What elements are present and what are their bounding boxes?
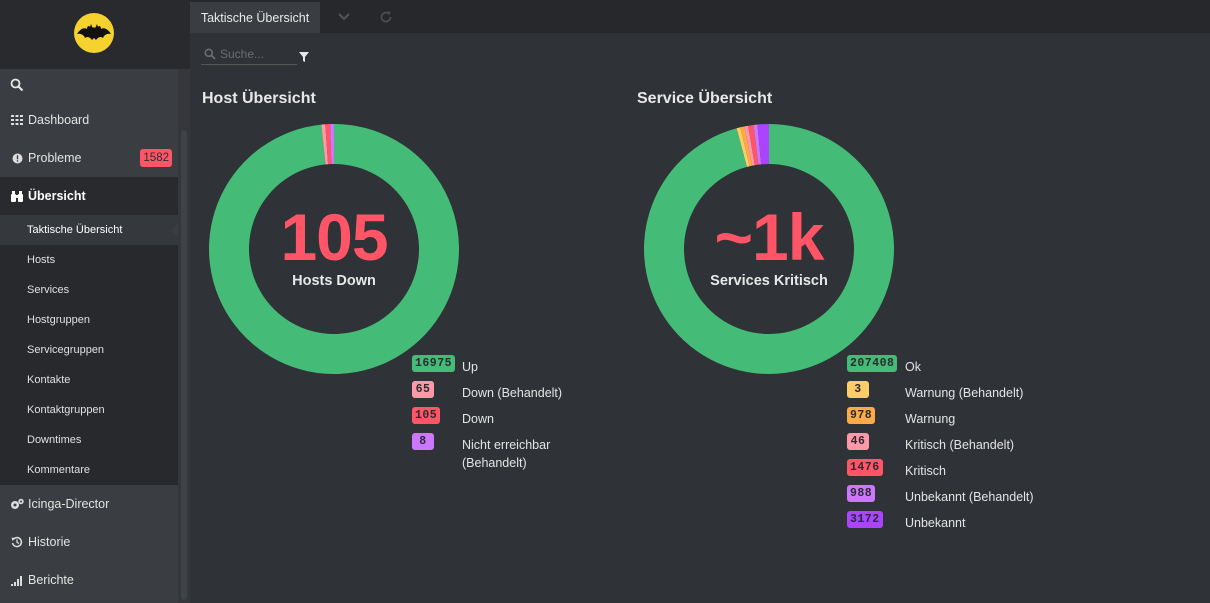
filter-icon[interactable] xyxy=(299,49,309,67)
legend-count-badge: 978 xyxy=(847,407,876,424)
legend-item-warning-handled[interactable]: 3 xyxy=(847,381,869,398)
legend-item-unreachable-handled[interactable]: 8 xyxy=(412,433,434,450)
legend-item-down[interactable]: 105 xyxy=(412,407,441,424)
subitem-label: Taktische Übersicht xyxy=(27,224,123,236)
bar-chart-icon xyxy=(10,573,24,587)
legend-label: Warnung xyxy=(905,412,956,426)
search-icon xyxy=(204,47,216,65)
legend-label: Down (Behandelt) xyxy=(462,386,563,400)
tab-bar: Taktische Übersicht xyxy=(190,0,1210,33)
sidebar-subitem-kommentare[interactable]: Kommentare xyxy=(0,455,178,485)
legend-item-down-handled[interactable]: 65 xyxy=(412,381,434,398)
legend-item-unknown-handled[interactable]: 988 xyxy=(847,485,876,502)
legend-label: Ok xyxy=(905,360,921,374)
legend-count-badge: 105 xyxy=(412,407,441,424)
sidebar-item-label: Historie xyxy=(28,535,71,549)
service-overview-title: Service Übersicht xyxy=(637,90,773,107)
sidebar-item-label: Berichte xyxy=(28,573,74,587)
sidebar-item-icinga-director[interactable]: Icinga-Director xyxy=(0,485,178,523)
legend-label: Unbekannt xyxy=(905,516,966,530)
legend-item-unknown[interactable]: 3172 xyxy=(847,511,883,528)
alert-circle-icon xyxy=(10,151,24,165)
subitem-label: Kommentare xyxy=(27,464,90,476)
tab-taktische-uebersicht[interactable]: Taktische Übersicht xyxy=(190,2,320,33)
legend-count-badge: 3172 xyxy=(847,511,883,528)
subitem-label: Downtimes xyxy=(27,434,82,446)
main-content: Host Übersicht 105 Hosts Down 16975 Up 6… xyxy=(190,33,1210,603)
problems-count-badge: 1582 xyxy=(140,149,172,167)
sidebar-item-uebersicht[interactable]: Übersicht xyxy=(0,177,178,215)
legend-count-badge: 1476 xyxy=(847,459,883,476)
search-icon[interactable] xyxy=(10,78,24,97)
services-critical-label: Services Kritisch xyxy=(710,273,828,289)
tab-label: Taktische Übersicht xyxy=(200,10,310,25)
subitem-label: Servicegruppen xyxy=(27,344,105,356)
legend-item-critical-handled[interactable]: 46 xyxy=(847,433,869,450)
dashboard-grid-icon xyxy=(10,113,24,127)
sidebar-item-dashboard[interactable]: Dashboard xyxy=(0,101,178,139)
cogs-icon xyxy=(10,497,24,511)
sidebar-subitem-kontakte[interactable]: Kontakte xyxy=(0,365,178,395)
sidebar-item-probleme[interactable]: Probleme 1582 xyxy=(0,139,178,177)
legend-label: Kritisch xyxy=(905,464,946,478)
legend-item-up[interactable]: 16975 xyxy=(412,355,456,372)
legend-item-critical[interactable]: 1476 xyxy=(847,459,883,476)
search-input[interactable] xyxy=(220,45,296,63)
sidebar-subitem-servicegruppen[interactable]: Servicegruppen xyxy=(0,335,178,365)
hosts-down-count: 105 xyxy=(280,200,388,274)
batman-logo-icon[interactable] xyxy=(74,13,114,53)
subitem-label: Services xyxy=(27,284,70,296)
legend-count-badge: 3 xyxy=(847,381,869,398)
legend-count-badge: 8 xyxy=(412,433,434,450)
sidebar-scrollbar-thumb[interactable] xyxy=(181,130,187,600)
subitem-label: Hosts xyxy=(27,254,56,266)
legend-count-badge: 65 xyxy=(412,381,434,398)
sidebar-item-label: Übersicht xyxy=(28,189,86,203)
subitem-label: Kontakte xyxy=(27,374,71,386)
sidebar-subitem-hostgruppen[interactable]: Hostgruppen xyxy=(0,305,178,335)
sidebar-subitem-hosts[interactable]: Hosts xyxy=(0,245,178,275)
services-critical-count: ~1k xyxy=(714,200,825,274)
sidebar: Dashboard Probleme 1582 Übersicht Taktis… xyxy=(0,0,190,603)
refresh-icon[interactable] xyxy=(378,9,394,25)
chevron-down-icon[interactable] xyxy=(335,9,353,25)
legend-count-badge: 207408 xyxy=(847,355,898,372)
subitem-label: Kontaktgruppen xyxy=(27,404,105,416)
subitem-label: Hostgruppen xyxy=(27,314,90,326)
legend-count-badge: 46 xyxy=(847,433,869,450)
app-window: Dashboard Probleme 1582 Übersicht Taktis… xyxy=(0,0,1210,603)
legend-item-ok[interactable]: 207408 xyxy=(847,355,898,372)
history-icon xyxy=(10,535,24,549)
legend-label: Unbekannt (Behandelt) xyxy=(905,490,1034,504)
logo-area xyxy=(0,0,190,69)
legend-label: Up xyxy=(462,360,478,374)
sidebar-item-berichte[interactable]: Berichte xyxy=(0,561,178,599)
hosts-down-label: Hosts Down xyxy=(292,273,376,289)
sidebar-search[interactable] xyxy=(0,69,190,103)
sidebar-item-label: Icinga-Director xyxy=(28,497,110,511)
binoculars-icon xyxy=(10,189,24,203)
sidebar-subitem-services[interactable]: Services xyxy=(0,275,178,305)
legend-count-badge: 988 xyxy=(847,485,876,502)
legend-label: Warnung (Behandelt) xyxy=(905,386,1024,400)
sidebar-subitem-kontaktgruppen[interactable]: Kontaktgruppen xyxy=(0,395,178,425)
sidebar-subitem-downtimes[interactable]: Downtimes xyxy=(0,425,178,455)
legend-label: Down xyxy=(462,412,494,426)
sidebar-item-historie[interactable]: Historie xyxy=(0,523,178,561)
search-box[interactable] xyxy=(201,43,297,65)
host-overview-title: Host Übersicht xyxy=(202,90,316,107)
sidebar-subitem-taktische-uebersicht[interactable]: Taktische Übersicht xyxy=(0,215,178,245)
legend-label: Kritisch (Behandelt) xyxy=(905,438,1015,452)
legend-count-badge: 16975 xyxy=(412,355,456,372)
sidebar-item-label: Dashboard xyxy=(28,113,90,127)
sidebar-item-label: Probleme xyxy=(28,151,82,165)
legend-label: Nicht erreichbar (Behandelt) xyxy=(462,438,551,470)
legend-item-warning[interactable]: 978 xyxy=(847,407,876,424)
